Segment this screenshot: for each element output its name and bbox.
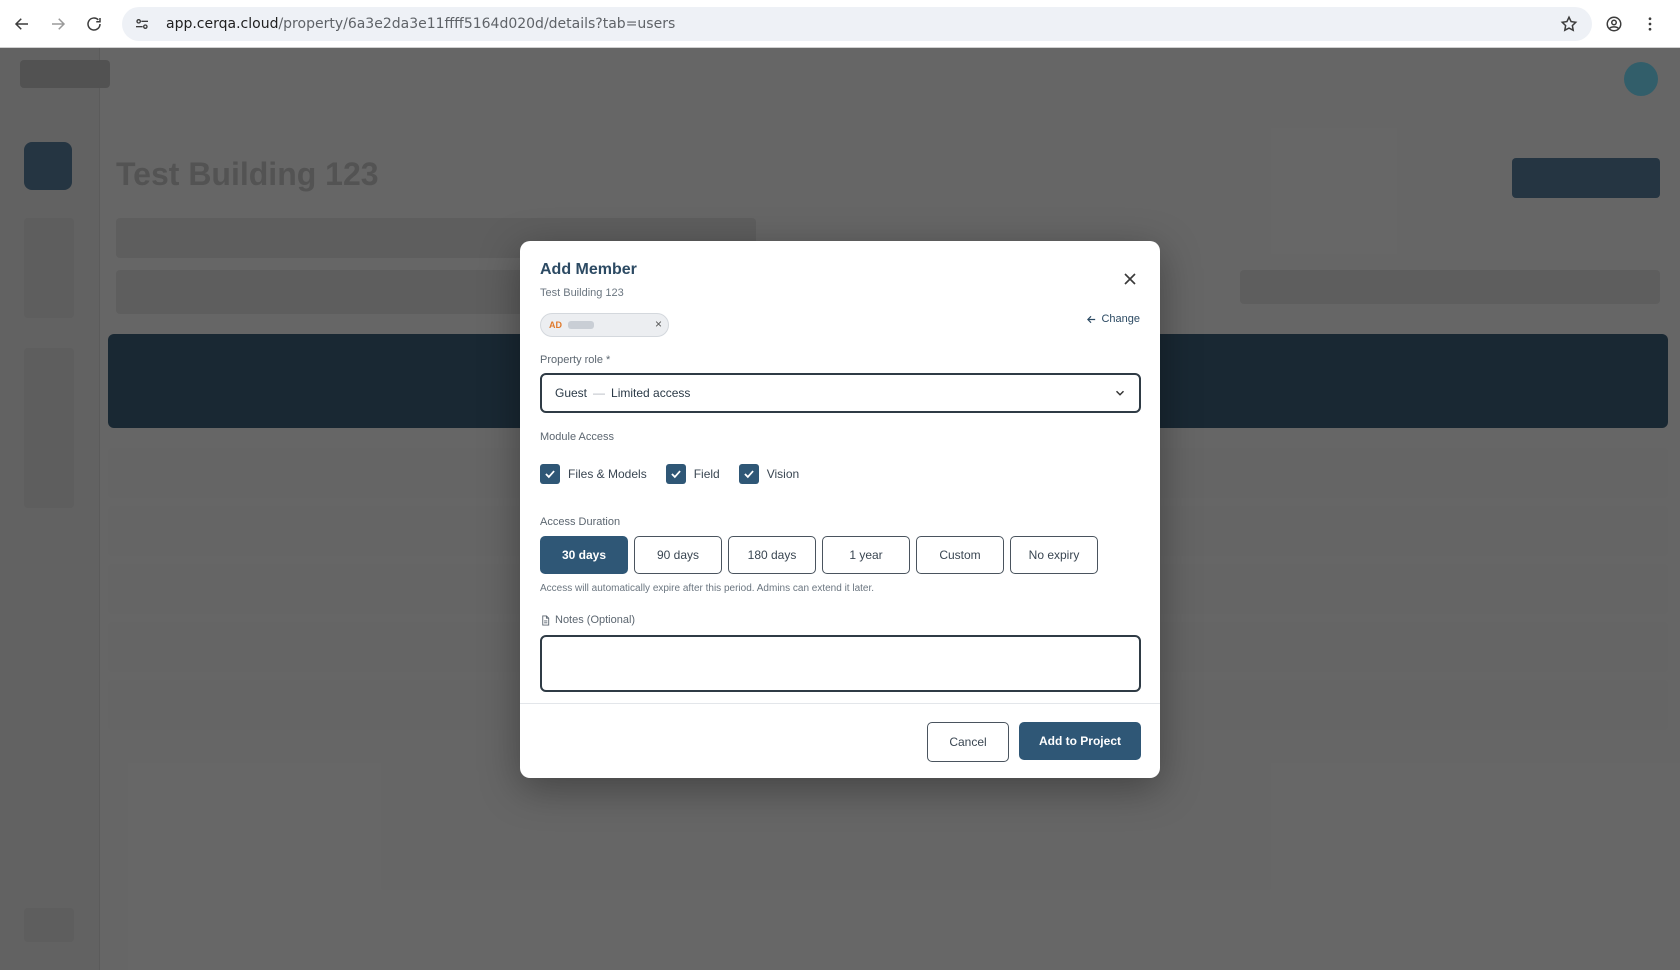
dialog-title: Add Member [540,261,637,278]
dialog-subtitle: Test Building 123 [540,287,624,299]
chevron-down-icon [1113,386,1127,400]
access-duration-options: 30 days 90 days 180 days 1 year Custom N… [540,536,1104,574]
module-field[interactable]: Field [665,464,720,484]
module-files-models[interactable]: Files & Models [540,464,647,484]
forward-icon[interactable] [40,6,76,42]
checkbox-checked-icon[interactable] [540,464,560,484]
footer-divider [520,703,1160,704]
cancel-button[interactable]: Cancel [927,722,1009,762]
duration-90-days[interactable]: 90 days [634,536,722,574]
module-label: Field [693,467,720,481]
user-initials: AD [549,320,562,330]
module-access-label: Module Access [540,431,614,443]
notes-label: Notes (Optional) [555,614,636,626]
property-role-select[interactable]: Guest — Limited access [540,373,1141,413]
arrow-left-icon [1087,315,1096,323]
property-role-label: Property role * [540,354,611,366]
module-vision[interactable]: Vision [738,464,800,484]
add-member-dialog: Add Member Test Building 123 AD × Change… [520,241,1160,778]
duration-no-expiry[interactable]: No expiry [1010,536,1098,574]
browser-toolbar: app.cerqa.cloud/property/6a3e2da3e11ffff… [0,0,1680,48]
address-bar[interactable]: app.cerqa.cloud/property/6a3e2da3e11ffff… [122,7,1592,41]
module-label: Vision [766,467,800,481]
url-text: app.cerqa.cloud/property/6a3e2da3e11ffff… [166,16,676,32]
notes-label-row: Notes (Optional) [540,614,635,626]
duration-1-year[interactable]: 1 year [822,536,910,574]
user-name-redacted [568,321,594,329]
remove-user-icon[interactable]: × [655,317,662,331]
duration-custom[interactable]: Custom [916,536,1004,574]
document-icon [542,614,550,626]
change-user-link[interactable]: Change [1086,313,1140,325]
add-to-project-button[interactable]: Add to Project [1019,722,1141,760]
site-settings-icon[interactable] [134,15,152,33]
change-label: Change [1101,313,1140,325]
back-icon[interactable] [4,6,40,42]
duration-hint: Access will automatically expire after t… [540,583,875,594]
profile-icon[interactable] [1596,6,1632,42]
close-icon[interactable] [1120,269,1140,289]
role-description: Limited access [611,386,691,400]
reload-icon[interactable] [76,6,112,42]
module-access-group: Files & Models Field Vision [540,464,818,484]
role-separator: — [593,386,606,400]
checkbox-checked-icon[interactable] [738,464,759,484]
access-duration-label: Access Duration [540,516,621,528]
module-label: Files & Models [568,467,647,481]
browser-menu-icon[interactable] [1632,6,1668,42]
duration-180-days[interactable]: 180 days [728,536,816,574]
selected-user-chip: AD × [540,313,669,337]
bookmark-star-icon[interactable] [1560,15,1578,33]
notes-textarea[interactable] [540,635,1141,692]
checkbox-checked-icon[interactable] [665,464,686,484]
duration-30-days[interactable]: 30 days [540,536,628,574]
role-value: Guest [555,386,588,400]
